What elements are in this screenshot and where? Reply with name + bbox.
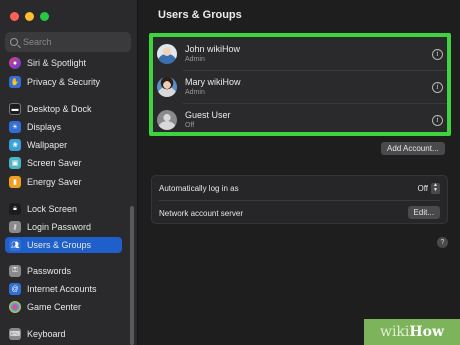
users-list: John wikiHow Admin i Mary wikiHow Admin … [149,33,451,136]
search-icon [10,38,18,46]
sidebar-item-privacy-security[interactable]: ✋ Privacy & Security [5,74,122,90]
sidebar-scrollbar[interactable] [130,206,134,345]
hand-icon: ✋ [9,76,21,88]
auto-login-label: Automatically log in as [159,183,239,193]
siri-icon: ● [9,57,21,69]
sidebar-item-keyboard[interactable]: ⌨ Keyboard [5,326,122,342]
sun-icon: ☀ [9,121,21,133]
battery-icon: ▮ [9,176,21,188]
sidebar-item-screen-saver[interactable]: ▣ Screen Saver [5,155,122,171]
page-title: Users & Groups [158,9,242,21]
user-row-guest[interactable]: Guest User Off i [157,104,443,136]
add-account-button[interactable]: Add Account... [381,142,445,155]
user-role: Off [185,122,195,129]
main-pane: Users & Groups John wikiHow Admin i Mary… [138,0,460,345]
network-server-row: Network account server Edit... [159,201,440,225]
login-settings-group: Automatically log in as Off ▲ ▼ Network a… [151,175,448,224]
game-center-icon [9,301,21,313]
sidebar-item-users-groups[interactable]: 👥︎ Users & Groups [5,237,122,253]
avatar [157,44,177,64]
minimize-window-button[interactable] [25,12,34,21]
window-controls [10,12,49,21]
sidebar-item-label: Siri & Spotlight [27,58,87,68]
user-name: Mary wikiHow [185,77,241,87]
sidebar-item-internet-accounts[interactable]: @ Internet Accounts [5,281,122,297]
user-row-john[interactable]: John wikiHow Admin i [157,38,443,70]
screen-saver-icon: ▣ [9,157,21,169]
avatar [157,110,177,130]
key-icon: ⚷ [9,221,21,233]
keyboard-icon: ⌨ [9,328,21,340]
sidebar-item-label: Users & Groups [27,240,92,250]
auto-login-row: Automatically log in as Off ▲ ▼ [159,176,440,200]
sidebar-item-label: Energy Saver [27,177,82,187]
wallpaper-icon: ❀ [9,139,21,151]
user-role: Admin [185,89,205,96]
sidebar-item-passwords[interactable]: ⚿ Passwords [5,263,122,279]
sidebar-item-label: Desktop & Dock [27,104,92,114]
info-icon[interactable]: i [432,81,443,93]
auto-login-value: Off [417,183,428,193]
sidebar-item-energy-saver[interactable]: ▮ Energy Saver [5,174,122,190]
sidebar-item-label: Displays [27,122,62,132]
sidebar-item-label: Game Center [27,302,82,312]
user-role: Admin [185,56,205,63]
sidebar-item-label: Lock Screen [27,204,78,214]
user-name: John wikiHow [185,44,241,54]
sidebar-item-label: Internet Accounts [27,284,97,294]
sidebar-item-wallpaper[interactable]: ❀ Wallpaper [5,137,122,153]
sidebar-item-login-password[interactable]: ⚷ Login Password [5,219,122,235]
search-field[interactable] [5,32,131,52]
help-button[interactable]: ? [437,237,448,248]
network-server-label: Network account server [159,208,244,218]
sidebar-item-label: Passwords [27,266,72,276]
watermark-suffix: How [409,324,445,340]
info-icon[interactable]: i [432,114,443,126]
user-name: Guest User [185,110,231,120]
sidebar-item-desktop-dock[interactable]: ▬ Desktop & Dock [5,101,122,117]
sidebar-item-label: Screen Saver [27,158,82,168]
auto-login-popup[interactable]: Off ▲ ▼ [417,182,440,194]
at-icon: @ [9,283,21,295]
watermark-logo: wiki How [364,319,460,345]
sidebar-item-label: Keyboard [27,329,66,339]
close-window-button[interactable] [10,12,19,21]
info-icon[interactable]: i [432,48,443,60]
chevron-up-down-icon: ▲ ▼ [431,182,440,194]
sidebar-item-siri-spotlight[interactable]: ● Siri & Spotlight [5,55,122,71]
sidebar-item-displays[interactable]: ☀ Displays [5,119,122,135]
passwords-icon: ⚿ [9,265,21,277]
watermark-prefix: wiki [379,324,410,340]
lock-icon: 🔒︎ [9,203,21,215]
sidebar-item-game-center[interactable]: Game Center [5,299,122,315]
sidebar-item-label: Privacy & Security [27,77,101,87]
sidebar-item-lock-screen[interactable]: 🔒︎ Lock Screen [5,201,122,217]
zoom-window-button[interactable] [40,12,49,21]
sidebar-item-label: Login Password [27,222,92,232]
search-input[interactable] [23,37,123,47]
sidebar: ● Siri & Spotlight ✋ Privacy & Security … [0,0,138,345]
sidebar-item-label: Wallpaper [27,140,68,150]
users-icon: 👥︎ [9,239,21,251]
dock-icon: ▬ [9,103,21,115]
user-row-mary[interactable]: Mary wikiHow Admin i [157,71,443,103]
avatar [157,77,177,97]
edit-button[interactable]: Edit... [407,206,440,219]
